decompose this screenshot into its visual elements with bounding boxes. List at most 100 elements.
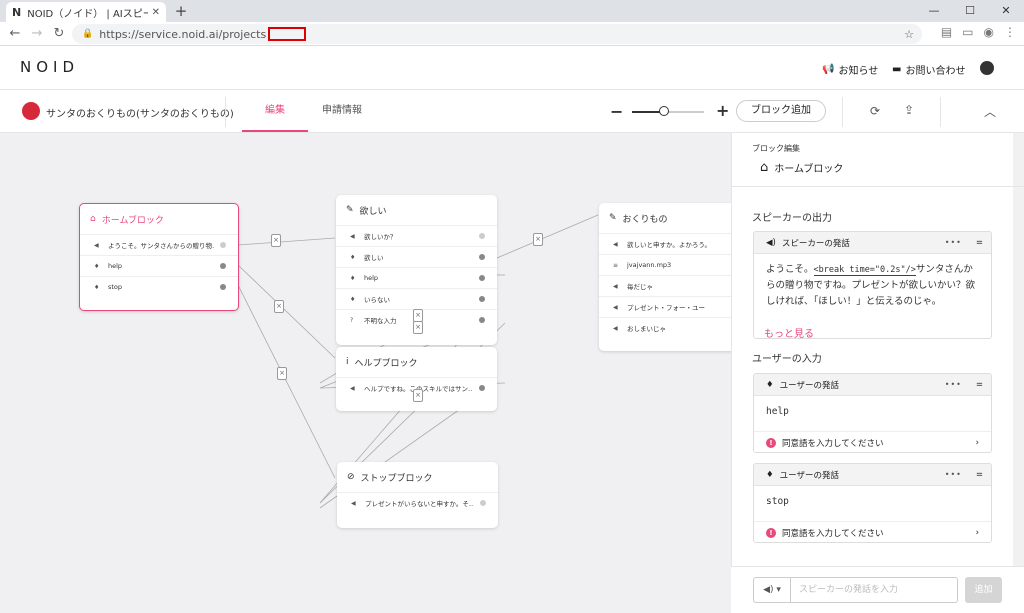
browser-tab[interactable]: N NOID（ノイド） | AIスピーカースキル ✕ (6, 2, 166, 22)
show-more-link[interactable]: もっと見る (764, 325, 814, 340)
microphone-icon: ♦ (350, 295, 356, 303)
block-row[interactable]: ◀ 欲しいと申すか。よかろう。 (599, 233, 731, 254)
port-dot[interactable] (479, 385, 485, 391)
port-dot[interactable] (220, 263, 226, 269)
card-title: スピーカーの発話 (781, 238, 850, 249)
tab-application-info[interactable]: 申請情報 (312, 98, 372, 132)
user-utterance-value[interactable]: stop (754, 486, 991, 521)
microphone-icon: ♦ (94, 262, 100, 270)
block-row[interactable]: ♦ いらない (336, 288, 497, 309)
close-tab-icon[interactable]: ✕ (152, 7, 160, 18)
speaker-icon: ◀ (351, 499, 356, 507)
new-tab-button[interactable]: + (172, 2, 190, 20)
utterance-type-select[interactable]: ◀) ▾ (753, 577, 791, 603)
block-row[interactable]: ◀ プレゼントがいらないと申すか。そ… (337, 492, 498, 513)
drag-handle-icon[interactable]: = (976, 380, 983, 390)
microphone-icon: ♦ (94, 283, 100, 291)
microphone-icon: ♦ (350, 274, 356, 282)
export-icon[interactable]: ⇪ (904, 103, 914, 117)
speaker-icon: ◀ (613, 240, 618, 248)
block-row[interactable]: ◀ ようこそ。サンタさんからの贈り物… (80, 234, 238, 255)
connector-delete-icon[interactable]: × (413, 321, 423, 334)
user-account-icon[interactable] (980, 61, 994, 75)
connector-delete-icon[interactable]: × (413, 389, 423, 402)
cast-extension-icon[interactable]: ▭ (962, 25, 973, 39)
profile-avatar-icon[interactable]: ◉ (984, 25, 994, 39)
block-home[interactable]: ⌂ ホームブロック ◀ ようこそ。サンタさんからの贈り物… ♦ help ♦ stop (79, 203, 239, 311)
speaker-utterance-card[interactable]: ◀) スピーカーの発話 ••• = ようこそ。<break time="0.2s… (753, 231, 992, 339)
pdf-extension-icon[interactable]: ▤ (941, 25, 952, 39)
block-type-icon: ✎ (346, 205, 354, 215)
port-dot[interactable] (479, 296, 485, 302)
url-text: https://service.noid.ai/projects (99, 27, 267, 41)
panel-scrollbar[interactable] (1013, 133, 1024, 566)
add-utterance-button[interactable]: 追加 (965, 577, 1002, 603)
drag-handle-icon[interactable]: = (976, 470, 983, 480)
block-stop[interactable]: ⊘ ストップブロック ◀ プレゼントがいらないと申すか。そ… (337, 462, 498, 528)
contact-label: お問い合わせ (905, 66, 966, 77)
block-row[interactable]: ◀ おしまいじゃ (599, 317, 731, 338)
port-dot[interactable] (220, 284, 226, 290)
news-link[interactable]: 📢 お知らせ (822, 62, 878, 77)
home-icon: ⌂ (90, 214, 96, 224)
block-row[interactable]: ◀ 欲しいか？ (336, 225, 497, 246)
port-dot[interactable] (479, 275, 485, 281)
forward-icon[interactable]: → (28, 25, 46, 43)
close-window-button[interactable]: ✕ (988, 0, 1024, 22)
user-utterance-value[interactable]: help (754, 396, 991, 431)
block-okurimono[interactable]: ✎ おくりもの ◀ 欲しいと申すか。よかろう。 ≡ jvajvann.mp3 ◀ 毎だじ… (599, 203, 731, 351)
zoom-in-button[interactable]: + (716, 101, 729, 120)
block-row[interactable]: ◀ プレゼント・フォー・ユー (599, 296, 731, 317)
block-row[interactable]: ♦ help (336, 267, 497, 288)
speaker-icon: ◀ (350, 384, 355, 392)
more-options-icon[interactable]: ••• (945, 238, 962, 247)
drag-handle-icon[interactable]: = (976, 238, 983, 248)
divider (225, 97, 226, 127)
connector-delete-icon[interactable]: × (274, 300, 284, 313)
more-options-icon[interactable]: ••• (945, 380, 962, 389)
more-options-icon[interactable]: ••• (945, 470, 962, 479)
block-title: ⌂ ホームブロック (90, 214, 164, 226)
port-dot[interactable] (480, 500, 486, 506)
bookmark-star-icon[interactable]: ☆ (904, 28, 914, 41)
add-block-button[interactable]: ブロック追加 (736, 100, 826, 122)
speaker-icon: ◀ (613, 282, 618, 290)
port-dot[interactable] (479, 317, 485, 323)
home-icon: ⌂ (760, 160, 769, 175)
port-dot[interactable] (220, 242, 226, 248)
synonym-row[interactable]: ! 同意語を入力してください › (754, 521, 991, 542)
synonym-row[interactable]: ! 同意語を入力してください › (754, 431, 991, 452)
contact-link[interactable]: ▬ お問い合わせ (892, 62, 965, 77)
connector-delete-icon[interactable]: × (271, 234, 281, 247)
minimize-button[interactable]: — (916, 0, 952, 22)
card-header: ♦ ユーザーの発話 ••• = (754, 374, 991, 396)
block-row[interactable]: ♦ help (80, 255, 238, 276)
chevron-up-icon[interactable]: ︿ (984, 103, 996, 120)
browser-menu-icon[interactable]: ⋮ (1004, 25, 1016, 39)
back-icon[interactable]: ← (6, 25, 24, 43)
connector-delete-icon[interactable]: × (277, 367, 287, 380)
user-utterance-card[interactable]: ♦ ユーザーの発話 ••• = help ! 同意語を入力してください › (753, 373, 992, 453)
flow-canvas[interactable]: ⌂ ホームブロック ◀ ようこそ。サンタさんからの贈り物… ♦ help ♦ stop … (0, 133, 731, 613)
logo[interactable]: NOID (20, 58, 79, 76)
reload-icon[interactable]: ↻ (50, 25, 68, 43)
block-row[interactable]: ≡ jvajvann.mp3 (599, 254, 731, 275)
user-input-heading: ユーザーの入力 (752, 354, 822, 365)
port-dot[interactable] (479, 254, 485, 260)
project-name: サンタのおくりもの(サンタのおくりもの) (46, 109, 234, 120)
block-row[interactable]: ♦ 欲しい (336, 246, 497, 267)
speaker-utterance-input[interactable] (790, 577, 958, 603)
tab-edit[interactable]: 編集 (242, 98, 308, 132)
block-title: i ヘルプブロック (346, 357, 418, 369)
maximize-button[interactable]: ☐ (952, 0, 988, 22)
address-bar-row: ← → ↻ 🔒 https://service.noid.ai/projects… (0, 22, 1024, 46)
block-row[interactable]: ♦ stop (80, 276, 238, 297)
stop-icon: ⊘ (347, 472, 355, 482)
block-row[interactable]: ◀ 毎だじゃ (599, 275, 731, 296)
zoom-out-button[interactable]: − (610, 102, 623, 121)
sync-icon[interactable]: ⟳ (870, 104, 880, 118)
port-dot[interactable] (479, 233, 485, 239)
user-utterance-card[interactable]: ♦ ユーザーの発話 ••• = stop ! 同意語を入力してください › (753, 463, 992, 543)
url-bar[interactable]: 🔒 https://service.noid.ai/projects ☆ (72, 24, 922, 44)
connector-delete-icon[interactable]: × (533, 233, 543, 246)
